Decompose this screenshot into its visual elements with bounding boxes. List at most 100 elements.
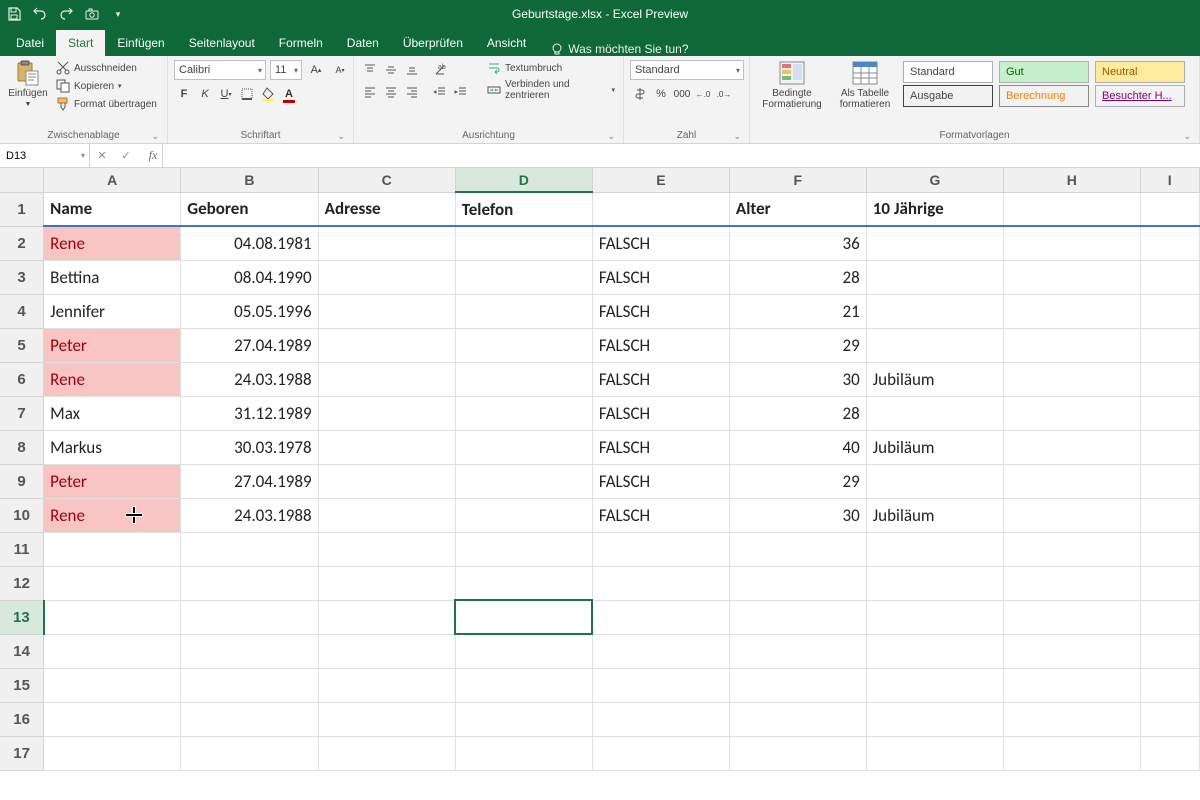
cell[interactable] [318, 532, 455, 566]
cell[interactable] [592, 668, 729, 702]
cell-phone[interactable] [455, 328, 592, 362]
row-header-7[interactable]: 7 [0, 396, 44, 430]
cell[interactable] [1140, 362, 1200, 396]
cell[interactable] [592, 566, 729, 600]
font-color-button[interactable]: A [279, 84, 299, 104]
cell[interactable] [1140, 736, 1200, 770]
tab-formulas[interactable]: Formeln [267, 30, 335, 56]
cell-e[interactable]: FALSCH [592, 362, 729, 396]
wrap-text-button[interactable]: Textumbruch [485, 60, 617, 76]
cell[interactable] [1004, 566, 1140, 600]
select-all-corner[interactable] [0, 168, 44, 192]
column-header-E[interactable]: E [592, 168, 729, 192]
percent-format-button[interactable]: % [651, 84, 671, 104]
row-header-4[interactable]: 4 [0, 294, 44, 328]
cell[interactable] [1140, 396, 1200, 430]
decrease-decimal-button[interactable]: .0→ [714, 84, 734, 104]
comma-format-button[interactable]: 000 [672, 84, 692, 104]
cell[interactable] [592, 702, 729, 736]
header-cell[interactable]: Name [44, 192, 181, 226]
cell[interactable] [1140, 702, 1200, 736]
cell[interactable] [1140, 226, 1200, 260]
cell[interactable] [1140, 600, 1200, 634]
cell[interactable] [1140, 260, 1200, 294]
cell[interactable] [1004, 702, 1140, 736]
align-bottom-button[interactable] [402, 60, 422, 80]
cell[interactable] [1140, 294, 1200, 328]
cell[interactable] [455, 668, 592, 702]
row-header-16[interactable]: 16 [0, 702, 44, 736]
cell-style-neutral[interactable]: Neutral [1095, 61, 1185, 83]
align-top-button[interactable] [360, 60, 380, 80]
cell-address[interactable] [318, 294, 455, 328]
cell[interactable] [1004, 600, 1140, 634]
cell[interactable] [1004, 294, 1140, 328]
cell-jubilee[interactable]: Jubiläum [866, 430, 1003, 464]
cell-born[interactable]: 04.08.1981 [181, 226, 318, 260]
cell[interactable] [1140, 464, 1200, 498]
cell[interactable] [1140, 498, 1200, 532]
cell-phone[interactable] [455, 430, 592, 464]
cell[interactable] [592, 736, 729, 770]
align-left-button[interactable] [360, 82, 380, 102]
cell[interactable] [318, 566, 455, 600]
name-box[interactable]: D13 [0, 144, 90, 167]
cell[interactable] [44, 532, 181, 566]
cell-age[interactable]: 28 [729, 260, 866, 294]
column-header-G[interactable]: G [866, 168, 1003, 192]
spreadsheet-grid[interactable]: ABCDEFGHI1NameGeborenAdresseTelefonAlter… [0, 168, 1200, 771]
tab-data[interactable]: Daten [335, 30, 391, 56]
column-header-I[interactable]: I [1140, 168, 1200, 192]
column-header-F[interactable]: F [729, 168, 866, 192]
cell[interactable] [455, 566, 592, 600]
camera-icon[interactable] [84, 6, 100, 22]
cell-age[interactable]: 21 [729, 294, 866, 328]
tell-me-search[interactable]: Was möchten Sie tun? [550, 42, 688, 56]
cell[interactable] [1004, 260, 1140, 294]
cell[interactable] [729, 634, 866, 668]
cell[interactable] [866, 634, 1003, 668]
cell-style-standard[interactable]: Standard [903, 61, 993, 83]
cell[interactable] [1140, 532, 1200, 566]
cell[interactable] [1004, 464, 1140, 498]
align-center-button[interactable] [381, 82, 401, 102]
header-cell[interactable]: Adresse [318, 192, 455, 226]
cell-style-calculation[interactable]: Berechnung [999, 85, 1089, 107]
row-header-9[interactable]: 9 [0, 464, 44, 498]
fill-color-button[interactable] [258, 84, 278, 104]
cell-jubilee[interactable] [866, 464, 1003, 498]
column-header-H[interactable]: H [1004, 168, 1140, 192]
cell[interactable] [455, 736, 592, 770]
cell[interactable] [318, 634, 455, 668]
cell-jubilee[interactable] [866, 226, 1003, 260]
row-header-10[interactable]: 10 [0, 498, 44, 532]
row-header-13[interactable]: 13 [0, 600, 44, 634]
cell[interactable] [1140, 328, 1200, 362]
cut-button[interactable]: Ausschneiden [54, 60, 159, 76]
cell[interactable] [181, 532, 318, 566]
cell[interactable] [318, 736, 455, 770]
cell-name[interactable]: Markus [44, 430, 181, 464]
undo-icon[interactable] [32, 6, 48, 22]
cell-address[interactable] [318, 430, 455, 464]
cell-address[interactable] [318, 226, 455, 260]
cell[interactable] [44, 634, 181, 668]
cell-name[interactable]: Max [44, 396, 181, 430]
cell[interactable] [1140, 668, 1200, 702]
cell-e[interactable]: FALSCH [592, 260, 729, 294]
cell[interactable] [181, 566, 318, 600]
cell-name[interactable]: Bettina [44, 260, 181, 294]
copy-button[interactable]: Kopieren ▾ [54, 78, 159, 94]
cell[interactable] [44, 566, 181, 600]
cell-name[interactable]: Rene [44, 362, 181, 396]
cell[interactable] [1140, 634, 1200, 668]
cell[interactable] [44, 736, 181, 770]
cell-jubilee[interactable] [866, 328, 1003, 362]
align-middle-button[interactable] [381, 60, 401, 80]
cell[interactable] [1004, 362, 1140, 396]
cell[interactable] [866, 532, 1003, 566]
cell[interactable] [44, 702, 181, 736]
cell-style-good[interactable]: Gut [999, 61, 1089, 83]
cell-phone[interactable] [455, 396, 592, 430]
cell-address[interactable] [318, 362, 455, 396]
